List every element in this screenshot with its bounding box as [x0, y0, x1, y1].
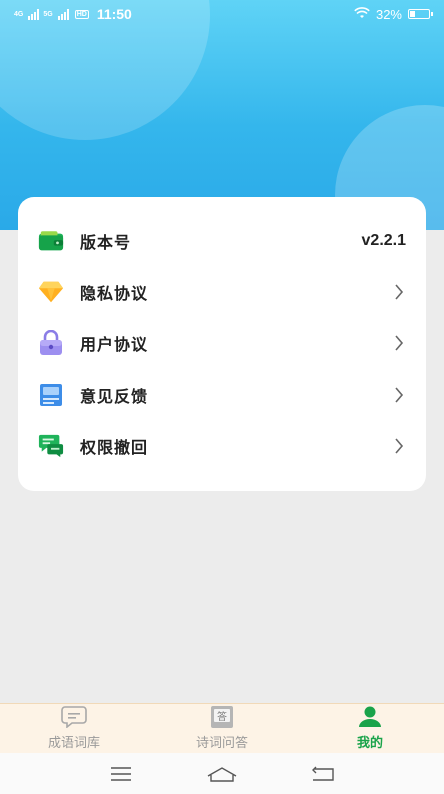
home-button[interactable] [205, 762, 239, 786]
tab-poetry-quiz[interactable]: 答 诗词问答 [148, 704, 296, 753]
version-label: 版本号 [80, 234, 132, 252]
feedback-row[interactable]: 意见反馈 [18, 369, 426, 420]
hd-icon: HD [74, 9, 89, 19]
header-background [0, 0, 444, 230]
user-icon [357, 704, 383, 730]
menu-icon [110, 766, 131, 781]
chevron-right-icon [392, 284, 406, 300]
tab-idiom-library[interactable]: 成语词库 [0, 704, 148, 753]
svg-text:答: 答 [217, 710, 227, 723]
permission-revoke-row[interactable]: 权限撤回 [18, 421, 426, 472]
privacy-policy-label: 隐私协议 [80, 286, 149, 304]
diamond-icon [38, 279, 64, 305]
wallet-icon [38, 228, 64, 254]
chevron-right-icon [392, 335, 406, 351]
signal-icon [57, 8, 69, 20]
user-agreement-label: 用户协议 [80, 337, 149, 355]
network-type-label: 4G [14, 10, 24, 18]
system-navigation-bar [0, 753, 444, 794]
permission-revoke-label: 权限撤回 [80, 440, 149, 458]
status-bar: 4G 5G HD 11:50 32% [0, 0, 444, 28]
battery-icon [408, 9, 433, 19]
answer-book-icon: 答 [209, 704, 235, 730]
version-row: 版本号 v2.2.1 [18, 215, 426, 266]
settings-card: 版本号 v2.2.1 隐私协议 用户协议 意见反馈 权限撤回 [18, 197, 426, 491]
signal-icon [28, 8, 40, 20]
menu-button[interactable] [104, 762, 138, 786]
version-value: v2.2.1 [361, 231, 406, 249]
back-icon [312, 766, 335, 781]
chevron-right-icon [392, 438, 406, 454]
chat-icon [38, 433, 64, 459]
back-button[interactable] [306, 762, 340, 786]
user-agreement-row[interactable]: 用户协议 [18, 318, 426, 369]
wifi-icon [354, 6, 370, 22]
feedback-icon [38, 382, 64, 408]
tab-label: 成语词库 [47, 735, 100, 750]
feedback-label: 意见反馈 [80, 388, 149, 406]
bottom-tab-bar: 成语词库 答 诗词问答 我的 [0, 703, 444, 753]
chevron-right-icon [392, 387, 406, 403]
message-icon [61, 704, 87, 730]
tab-label: 我的 [356, 735, 383, 750]
tab-mine[interactable]: 我的 [296, 704, 444, 753]
lock-icon [38, 330, 64, 356]
privacy-policy-row[interactable]: 隐私协议 [18, 266, 426, 317]
network-type-label: 5G [43, 10, 53, 18]
clock: 11:50 [96, 6, 132, 22]
tab-label: 诗词问答 [195, 735, 248, 750]
battery-percent: 32% [375, 6, 402, 22]
home-icon [207, 766, 237, 782]
